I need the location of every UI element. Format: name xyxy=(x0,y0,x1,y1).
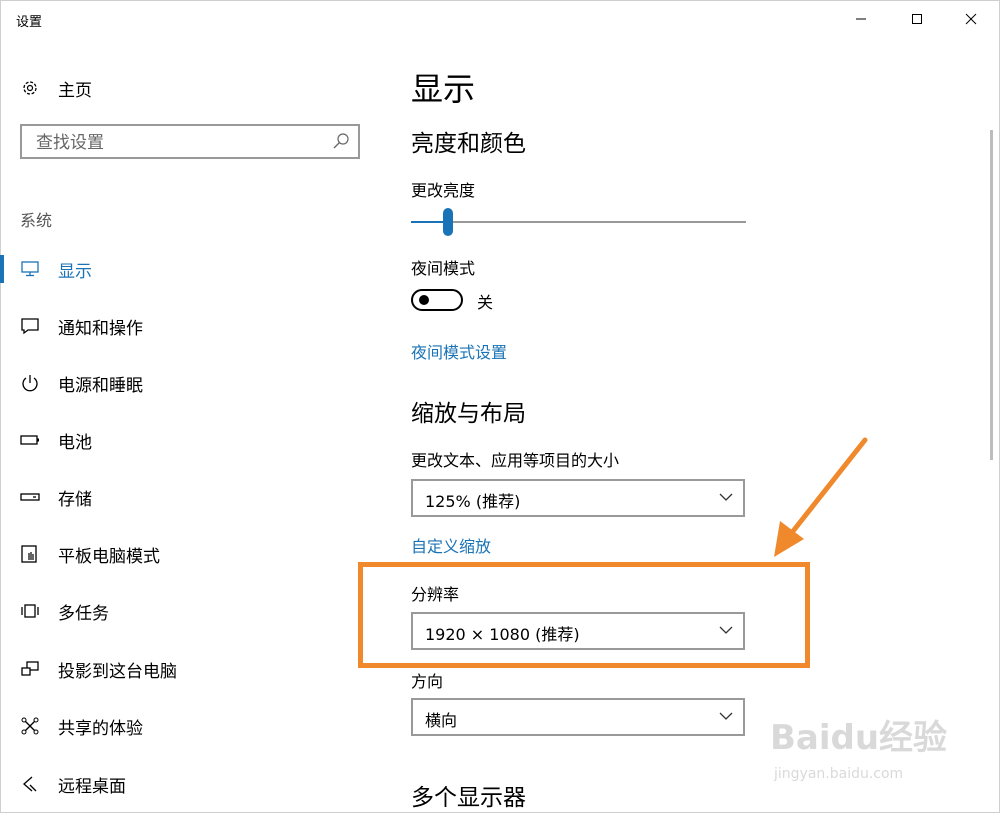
sidebar-item-label: 投影到这台电脑 xyxy=(58,662,177,682)
share-icon xyxy=(20,716,40,736)
sidebar-item-label: 显示 xyxy=(58,262,92,282)
sidebar-item-label: 共享的体验 xyxy=(58,719,143,739)
sidebar-item-remote-desktop[interactable]: 远程桌面 xyxy=(0,764,360,804)
group-label-system: 系统 xyxy=(20,211,53,230)
brightness-label: 更改亮度 xyxy=(411,181,476,200)
project-icon xyxy=(20,659,40,679)
annotation-arrow xyxy=(774,437,868,557)
night-mode-state: 关 xyxy=(477,293,494,312)
section-brightness: 亮度和颜色 xyxy=(411,131,526,157)
scale-label: 更改文本、应用等项目的大小 xyxy=(411,451,620,470)
chevron-down-icon xyxy=(719,626,733,634)
scrollbar[interactable] xyxy=(990,130,993,460)
night-mode-settings-link[interactable]: 夜间模式设置 xyxy=(411,339,507,363)
sidebar-item-project[interactable]: 投影到这台电脑 xyxy=(0,649,360,689)
scale-dropdown[interactable]: 125% (推荐) xyxy=(411,479,745,517)
home-link[interactable]: 主页 xyxy=(20,76,92,101)
orientation-value: 横向 xyxy=(425,711,458,730)
sidebar-item-display[interactable]: 显示 xyxy=(0,249,360,289)
resolution-value: 1920 × 1080 (推荐) xyxy=(425,625,580,644)
scale-value: 125% (推荐) xyxy=(425,492,521,511)
page-title: 显示 xyxy=(411,70,476,108)
section-multiple-displays: 多个显示器 xyxy=(411,785,526,811)
monitor-icon xyxy=(20,259,40,279)
slider-track xyxy=(411,221,746,223)
resolution-dropdown[interactable]: 1920 × 1080 (推荐) xyxy=(411,612,745,650)
toggle-knob xyxy=(419,295,429,305)
sidebar-item-battery[interactable]: 电池 xyxy=(0,420,360,460)
home-label: 主页 xyxy=(58,80,92,101)
sidebar-item-multitasking[interactable]: 多任务 xyxy=(0,591,360,631)
night-mode-label: 夜间模式 xyxy=(411,259,476,278)
sidebar-item-label: 远程桌面 xyxy=(58,777,126,797)
battery-icon xyxy=(20,430,40,450)
remote-icon xyxy=(20,774,40,794)
watermark-url: jingyan.baidu.com xyxy=(774,766,904,782)
chevron-down-icon xyxy=(719,493,733,501)
search-box[interactable] xyxy=(20,124,360,159)
tablet-icon xyxy=(20,544,40,564)
main-panel: 显示 亮度和颜色 更改亮度 夜间模式 关 夜间模式设置 缩放与布局 更改文本、应… xyxy=(411,0,971,813)
sidebar-item-label: 存储 xyxy=(58,490,92,510)
custom-scale-link[interactable]: 自定义缩放 xyxy=(411,533,491,557)
sidebar-item-label: 多任务 xyxy=(58,604,109,624)
sidebar-item-notifications[interactable]: 通知和操作 xyxy=(0,306,360,346)
watermark-logo: Baidu经验 xyxy=(770,718,948,758)
sidebar-item-label: 电池 xyxy=(58,433,92,453)
gear-icon xyxy=(23,81,37,95)
brightness-slider[interactable] xyxy=(411,208,746,238)
sidebar-item-label: 通知和操作 xyxy=(58,319,143,339)
power-icon xyxy=(20,373,40,393)
multitask-icon xyxy=(20,601,40,621)
watermark: Baidu经验 jingyan.baidu.com xyxy=(770,710,970,800)
night-mode-toggle[interactable] xyxy=(411,289,463,311)
slider-thumb[interactable] xyxy=(443,208,453,236)
sidebar-item-tablet[interactable]: 平板电脑模式 xyxy=(0,534,360,574)
section-scale-layout: 缩放与布局 xyxy=(411,401,526,427)
sidebar-item-storage[interactable]: 存储 xyxy=(0,477,360,517)
message-icon xyxy=(20,316,40,336)
sidebar-item-label: 平板电脑模式 xyxy=(58,547,160,567)
search-icon xyxy=(333,133,349,149)
search-input[interactable] xyxy=(34,130,328,156)
orientation-label: 方向 xyxy=(411,672,444,691)
resolution-label: 分辨率 xyxy=(411,585,460,604)
chevron-down-icon xyxy=(719,712,733,720)
orientation-dropdown[interactable]: 横向 xyxy=(411,698,745,736)
window-title: 设置 xyxy=(16,15,43,30)
sidebar-item-shared[interactable]: 共享的体验 xyxy=(0,706,360,746)
sidebar-item-label: 电源和睡眠 xyxy=(58,376,143,396)
sidebar-item-power[interactable]: 电源和睡眠 xyxy=(0,363,360,403)
storage-icon xyxy=(20,487,40,507)
